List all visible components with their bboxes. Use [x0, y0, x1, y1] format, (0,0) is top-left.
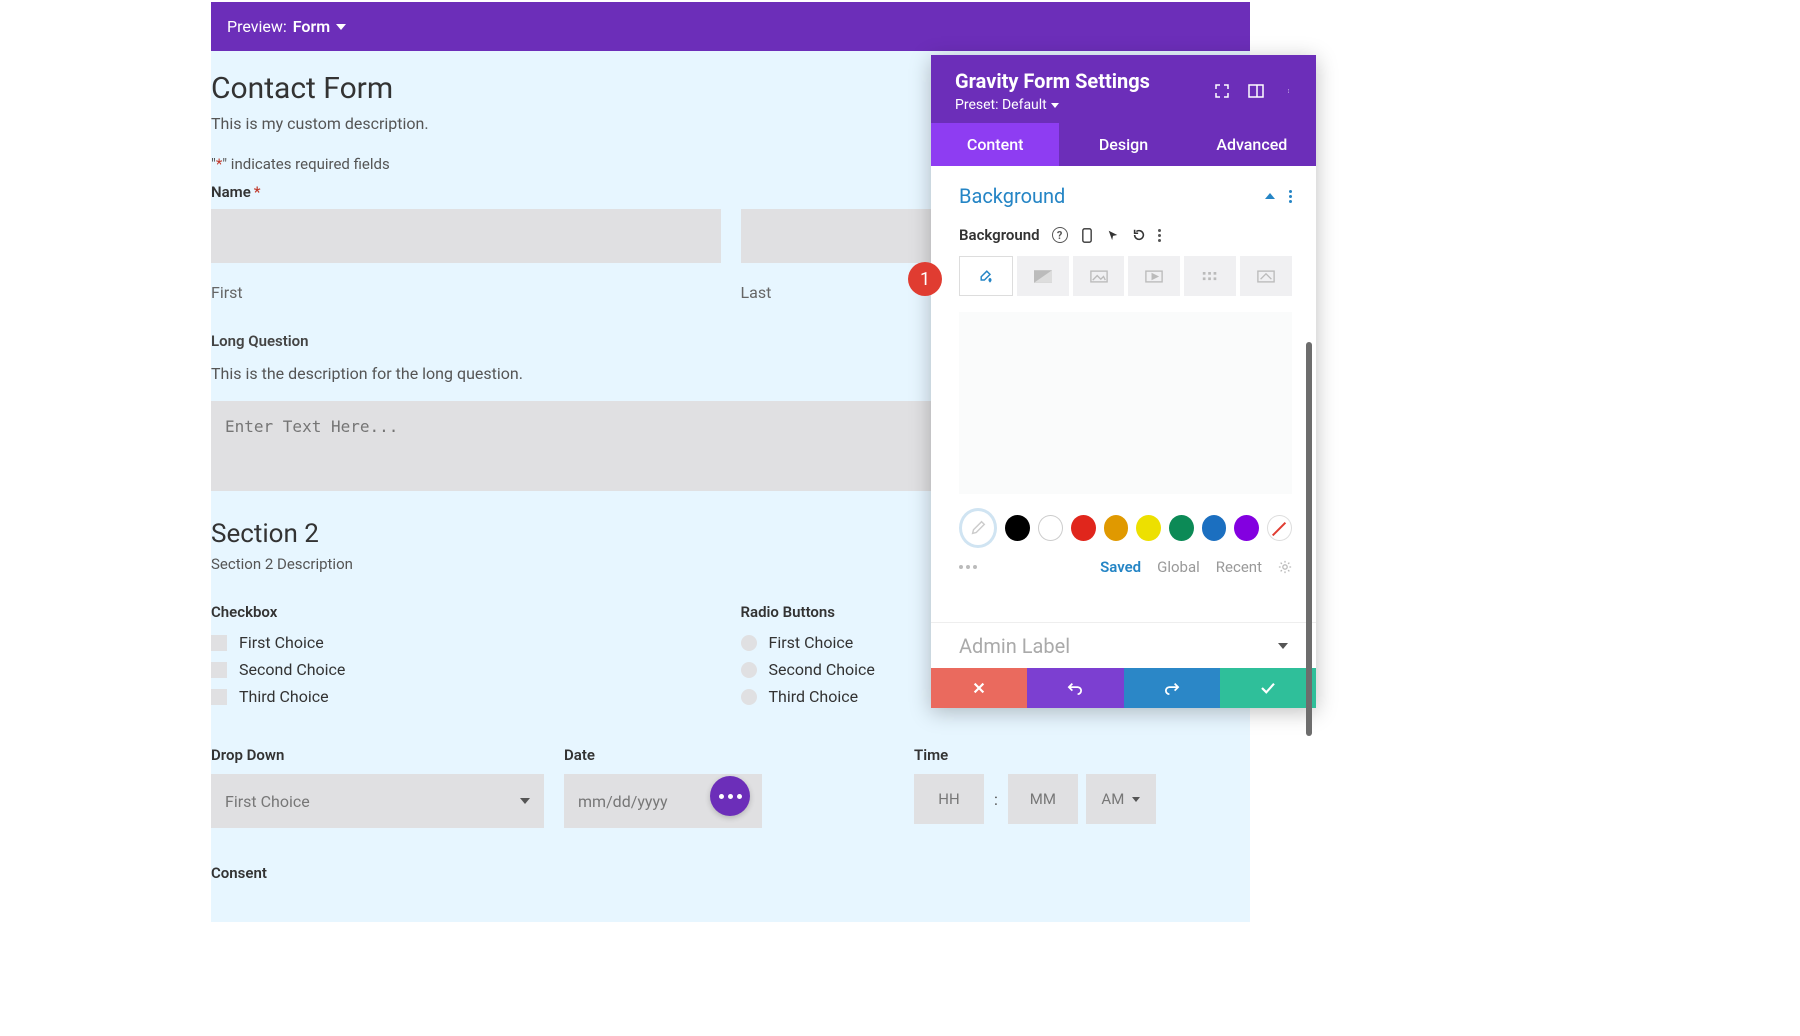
first-name-sublabel: First [211, 283, 721, 302]
preview-value-dropdown[interactable]: Form [293, 17, 346, 36]
panel-preset-dropdown[interactable]: Preset: Default [955, 97, 1150, 113]
close-button[interactable] [931, 668, 1027, 708]
caret-down-icon [1132, 797, 1140, 802]
bg-type-gradient[interactable] [1017, 256, 1069, 296]
swatch-black[interactable] [1005, 515, 1030, 541]
swatch-blue[interactable] [1202, 515, 1227, 541]
radio-icon [741, 689, 757, 705]
dot-icon [737, 794, 742, 799]
checkbox-icon [211, 689, 227, 705]
time-label: Time [914, 746, 1250, 764]
checkbox-label: Checkbox [211, 603, 721, 621]
time-mm-input[interactable]: MM [1008, 774, 1078, 824]
checkbox-icon [211, 662, 227, 678]
panel-header: Gravity Form Settings Preset: Default [931, 55, 1316, 123]
first-name-input[interactable] [211, 209, 721, 263]
help-icon[interactable]: ? [1052, 227, 1068, 243]
panel-footer [931, 668, 1316, 708]
time-ampm-select[interactable]: AM [1086, 774, 1156, 824]
background-option-row: Background ? [959, 226, 1292, 244]
tab-design[interactable]: Design [1059, 123, 1187, 166]
panel-scrollbar[interactable] [1306, 342, 1312, 736]
preview-value-text: Form [293, 17, 330, 36]
redo-button[interactable] [1124, 668, 1220, 708]
swatch-orange[interactable] [1104, 515, 1129, 541]
caret-down-icon [1051, 103, 1059, 108]
panel-title: Gravity Form Settings [955, 69, 1150, 93]
background-preview[interactable] [959, 312, 1292, 494]
preview-bar: Preview: Form [211, 2, 1250, 51]
bg-type-video[interactable] [1128, 256, 1180, 296]
date-label: Date [564, 746, 894, 764]
reset-icon[interactable] [1132, 228, 1146, 242]
caret-down-icon [336, 24, 346, 30]
chevron-down-icon [1278, 643, 1288, 649]
hover-icon[interactable] [1106, 228, 1120, 242]
more-icon[interactable] [1158, 229, 1161, 242]
tab-content[interactable]: Content [931, 123, 1059, 166]
consent-label: Consent [211, 864, 1250, 882]
expand-icon[interactable] [1214, 83, 1230, 99]
panel-body: Background Background ? [931, 166, 1316, 594]
preview-label: Preview: [227, 17, 287, 36]
dot-icon [719, 794, 724, 799]
section-background-label[interactable]: Background [959, 184, 1065, 208]
gear-icon[interactable] [1278, 560, 1292, 574]
time-colon: : [992, 790, 1000, 809]
panel-tabs: Content Design Advanced [931, 123, 1316, 166]
confirm-button[interactable] [1220, 668, 1316, 708]
caret-down-icon [520, 798, 530, 804]
color-picker-button[interactable] [959, 508, 997, 548]
swatch-white[interactable] [1038, 515, 1063, 541]
color-swatch-row [959, 508, 1292, 548]
radio-icon [741, 662, 757, 678]
panel-layout-icon[interactable] [1248, 83, 1264, 99]
undo-button[interactable] [1027, 668, 1123, 708]
swatch-none[interactable] [1267, 515, 1292, 541]
tab-advanced[interactable]: Advanced [1188, 123, 1316, 166]
phone-icon[interactable] [1080, 228, 1094, 242]
more-swatches-icon[interactable] [959, 565, 977, 569]
checkbox-choice[interactable]: Second Choice [211, 660, 721, 679]
chevron-up-icon[interactable] [1265, 193, 1275, 199]
checkbox-choice[interactable]: First Choice [211, 633, 721, 652]
settings-panel: Gravity Form Settings Preset: Default [931, 55, 1316, 708]
more-icon[interactable] [1282, 83, 1298, 99]
checkbox-choice[interactable]: Third Choice [211, 687, 721, 706]
swatch-red[interactable] [1071, 515, 1096, 541]
radio-icon [741, 635, 757, 651]
dropdown-select[interactable]: First Choice [211, 774, 544, 828]
time-hh-input[interactable]: HH [914, 774, 984, 824]
admin-label-section[interactable]: Admin Label [931, 622, 1316, 668]
dropdown-selected: First Choice [225, 792, 310, 811]
admin-label-text: Admin Label [959, 634, 1070, 658]
swatch-tab-saved[interactable]: Saved [1100, 558, 1141, 576]
more-icon[interactable] [1289, 190, 1292, 203]
background-option-label: Background [959, 226, 1040, 244]
dropdown-label: Drop Down [211, 746, 544, 764]
background-type-tabs [959, 256, 1292, 296]
bg-type-image[interactable] [1073, 256, 1125, 296]
bg-type-pattern[interactable] [1184, 256, 1236, 296]
swatch-green[interactable] [1169, 515, 1194, 541]
module-options-fab[interactable] [710, 776, 750, 816]
dot-icon [728, 794, 733, 799]
swatch-purple[interactable] [1234, 515, 1259, 541]
bg-type-mask[interactable] [1240, 256, 1292, 296]
checkbox-icon [211, 635, 227, 651]
swatch-tab-recent[interactable]: Recent [1216, 558, 1262, 576]
swatch-yellow[interactable] [1136, 515, 1161, 541]
bg-type-color[interactable] [959, 256, 1013, 296]
annotation-badge-1: 1 [908, 262, 942, 296]
swatch-tab-global[interactable]: Global [1157, 558, 1200, 576]
